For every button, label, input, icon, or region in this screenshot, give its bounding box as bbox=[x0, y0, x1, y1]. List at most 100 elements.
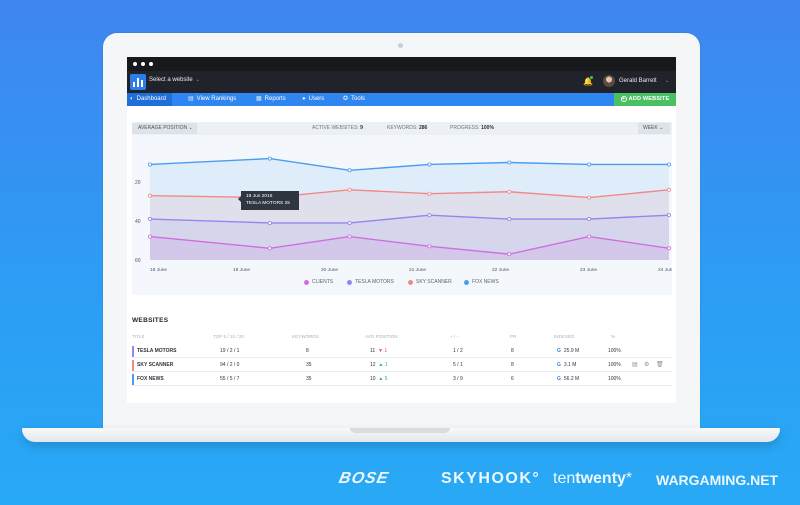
data-point[interactable] bbox=[267, 220, 272, 225]
table-row[interactable]: SKY SCANNER 94 / 2 / 0 35 12 ▲ 1 5 / 1 8… bbox=[132, 359, 672, 372]
data-point[interactable] bbox=[667, 213, 672, 218]
column-header-top[interactable]: TOP 5 / 10 / 20 bbox=[213, 334, 244, 339]
legend-item-clients[interactable]: CLIENTS bbox=[304, 279, 333, 285]
cell-avg-position: 10 ▲ 5 bbox=[370, 373, 387, 386]
window-dot-icon[interactable] bbox=[149, 62, 153, 66]
tooltip-series: TESLA MOTORS bbox=[246, 200, 284, 206]
google-g-icon: G bbox=[557, 348, 561, 354]
tooltip-value: 25 bbox=[284, 200, 290, 206]
stat-value: 100% bbox=[481, 125, 494, 131]
x-tick-label: 18 June bbox=[150, 267, 167, 273]
table-row[interactable]: FOX NEWS 55 / 5 / 7 35 10 ▲ 5 3 / 9 6 G5… bbox=[132, 373, 672, 386]
arrow-up-icon: ▲ bbox=[378, 376, 384, 382]
y-tick-label: 60 bbox=[135, 258, 141, 264]
data-point[interactable] bbox=[507, 160, 512, 165]
legend-dot bbox=[408, 279, 413, 285]
avatar[interactable] bbox=[603, 75, 615, 87]
nav-item-label: Dashboard bbox=[136, 96, 166, 102]
table-row[interactable]: TESLA MOTORS 19 / 2 / 1 8 11 ▼ 1 1 / 2 8… bbox=[132, 345, 672, 358]
column-header-indexed[interactable]: INDEXED bbox=[554, 334, 574, 339]
data-point[interactable] bbox=[147, 162, 152, 167]
data-point[interactable] bbox=[427, 191, 432, 196]
legend-item-sky-scanner[interactable]: SKY SCANNER bbox=[408, 279, 452, 285]
cell-percent: 100% bbox=[608, 362, 621, 368]
cell-indexed: G 25.9 M bbox=[557, 345, 579, 358]
skyhook-logo: SKYHOOK° bbox=[441, 470, 541, 487]
skyhook-logo-text: SKYHOOK bbox=[441, 470, 533, 487]
data-point[interactable] bbox=[347, 234, 352, 239]
data-point[interactable] bbox=[427, 244, 432, 249]
nav-item-view-rankings[interactable]: ▤ View Rankings bbox=[188, 93, 236, 106]
data-point[interactable] bbox=[587, 195, 592, 200]
data-point[interactable] bbox=[587, 234, 592, 239]
gear-icon[interactable]: ⚙ bbox=[644, 359, 649, 372]
stat-label: KEYWORDS: bbox=[387, 125, 418, 131]
column-header-avg-position[interactable]: AVG POSITION bbox=[365, 334, 398, 339]
column-header-title[interactable]: TITLE bbox=[132, 334, 145, 339]
legend-item-fox-news[interactable]: FOX NEWS bbox=[464, 279, 499, 285]
browser-titlebar bbox=[127, 57, 676, 71]
data-point[interactable] bbox=[267, 156, 272, 161]
chevron-down-icon[interactable]: ⌄ bbox=[665, 78, 669, 84]
data-point[interactable] bbox=[147, 193, 152, 198]
data-point[interactable] bbox=[347, 187, 352, 192]
stats-icon[interactable]: ▤ bbox=[632, 359, 638, 372]
data-point[interactable] bbox=[507, 189, 512, 194]
data-point[interactable] bbox=[147, 234, 152, 239]
nav-item-users[interactable]: ● Users bbox=[302, 93, 324, 106]
indexed-value: 56.2 M bbox=[563, 376, 580, 382]
arrow-up-icon: ▲ bbox=[378, 362, 384, 368]
nav-item-dashboard[interactable]: ◐ Dashboard bbox=[127, 93, 172, 106]
add-website-button[interactable]: + ADD WEBSITE bbox=[614, 93, 676, 106]
data-point[interactable] bbox=[427, 213, 432, 218]
x-tick-label: 24 June bbox=[658, 267, 672, 273]
data-point[interactable] bbox=[507, 252, 512, 257]
data-point[interactable] bbox=[667, 246, 672, 251]
cell-title[interactable]: SKY SCANNER bbox=[137, 359, 173, 372]
data-point[interactable] bbox=[667, 187, 672, 192]
wargaming-logo: WARGAMING.NET bbox=[656, 472, 779, 488]
week-dropdown[interactable]: WEEK ⌄ bbox=[638, 123, 670, 134]
bose-logo: BOSE bbox=[337, 470, 391, 487]
avg-value: 10 bbox=[370, 376, 376, 382]
nav-item-label: Tools bbox=[351, 96, 366, 102]
nav-item-reports[interactable]: ▦ Reports bbox=[256, 93, 286, 106]
row-color-bar bbox=[132, 360, 134, 371]
website-select[interactable]: Select a website ⌄ bbox=[149, 77, 200, 83]
cell-title[interactable]: FOX NEWS bbox=[137, 373, 164, 386]
x-tick-label: 21 June bbox=[409, 267, 426, 273]
y-tick-label: 20 bbox=[135, 180, 141, 186]
cell-title[interactable]: TESLA MOTORS bbox=[137, 345, 176, 358]
nav-item-tools[interactable]: ✪ Tools bbox=[343, 93, 365, 106]
window-dot-icon[interactable] bbox=[133, 62, 137, 66]
column-header-pr[interactable]: PR bbox=[510, 334, 516, 339]
average-position-dropdown[interactable]: AVERAGE POSITION ⌄ bbox=[132, 123, 197, 134]
row-color-bar bbox=[132, 346, 134, 357]
data-point[interactable] bbox=[587, 217, 592, 222]
column-header-plus-minus[interactable]: + / - bbox=[450, 334, 458, 339]
data-point[interactable] bbox=[347, 220, 352, 225]
data-point[interactable] bbox=[347, 168, 352, 173]
data-point[interactable] bbox=[147, 217, 152, 222]
cell-indexed: G 56.2 M bbox=[557, 373, 579, 386]
column-header-keywords[interactable]: KEYWORDS bbox=[292, 334, 319, 339]
data-point[interactable] bbox=[267, 246, 272, 251]
website-select-label: Select a website bbox=[149, 77, 193, 83]
cell-avg-position: 11 ▼ 1 bbox=[370, 345, 387, 358]
data-point[interactable] bbox=[667, 162, 672, 167]
window-dot-icon[interactable] bbox=[141, 62, 145, 66]
user-name[interactable]: Gerald Barrett bbox=[619, 78, 657, 84]
trash-icon[interactable]: 🗑 bbox=[656, 359, 664, 372]
data-point[interactable] bbox=[427, 162, 432, 167]
row-color-bar bbox=[132, 374, 134, 385]
speedometer-icon: ◐ bbox=[130, 96, 134, 102]
data-point[interactable] bbox=[507, 217, 512, 222]
data-point[interactable] bbox=[587, 162, 592, 167]
cell-top: 19 / 2 / 1 bbox=[220, 348, 240, 354]
app-logo-icon[interactable] bbox=[130, 74, 146, 90]
column-header-percent[interactable]: % bbox=[611, 334, 615, 339]
avg-change: 5 bbox=[384, 376, 388, 382]
chevron-down-icon: ⌄ bbox=[188, 125, 193, 131]
legend-item-tesla-motors[interactable]: TESLA MOTORS bbox=[347, 279, 394, 285]
add-website-label: ADD WEBSITE bbox=[628, 96, 670, 102]
